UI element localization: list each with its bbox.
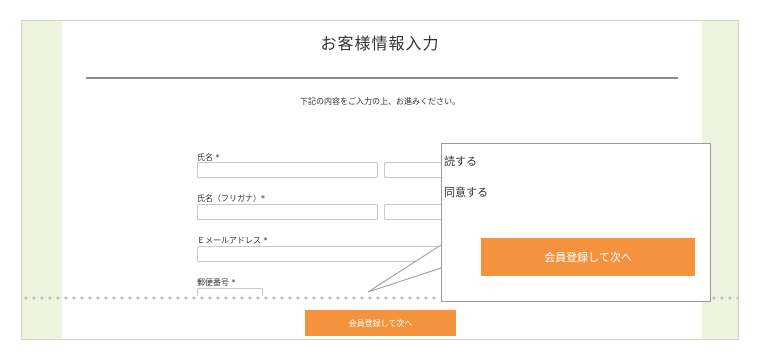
register-next-button[interactable]: 会員登録して次へ <box>305 310 456 336</box>
agree-text: 同意する <box>444 186 488 199</box>
page-title: お客様情報入力 <box>320 34 440 53</box>
kana-label: 氏名（フリガナ）* <box>197 194 265 203</box>
postal-code-label: 郵便番号 * <box>197 278 236 287</box>
email-label: Ｅメールアドレス * <box>197 236 268 245</box>
read-text: 読する <box>444 155 477 168</box>
zoom-callout: 読する 同意する 会員登録して次へ <box>441 143 711 302</box>
postal-code-field[interactable] <box>197 288 263 296</box>
callout-register-next-button[interactable]: 会員登録して次へ <box>481 238 695 276</box>
email-field[interactable] <box>197 246 454 262</box>
last-name-kana-field[interactable] <box>197 204 378 220</box>
page-subtitle: 下記の内容をご入力の上、お進みください。 <box>300 97 460 106</box>
last-name-field[interactable] <box>197 162 378 178</box>
title-divider <box>86 77 678 79</box>
